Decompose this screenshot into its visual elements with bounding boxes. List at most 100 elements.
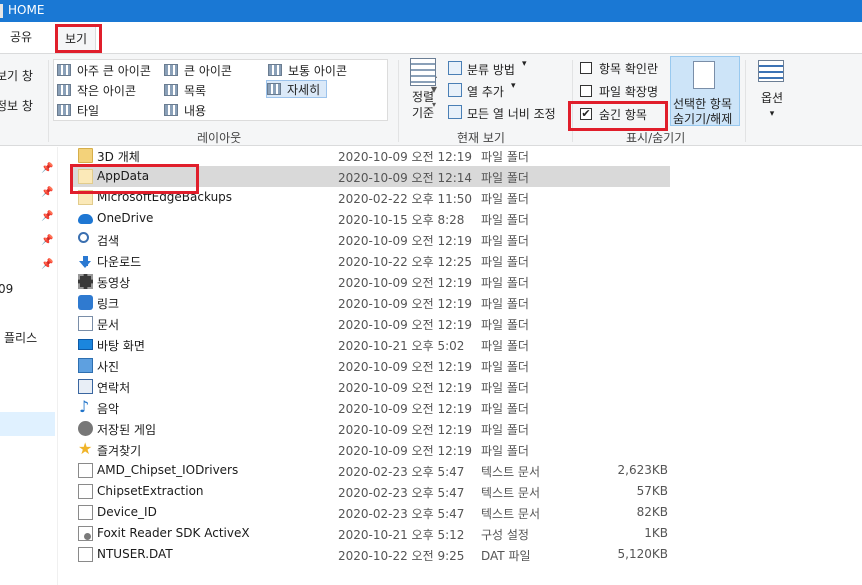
file-row[interactable]: 검색 2020-10-09 오전 12:19 파일 폴더 <box>72 229 670 250</box>
pin-icon: 📌 <box>41 259 54 270</box>
file-date-modified: 2020-02-23 오후 5:47 <box>338 507 465 521</box>
file-row[interactable]: 즐겨찾기 2020-10-09 오전 12:19 파일 폴더 <box>72 439 670 460</box>
medium-icons-icon <box>268 64 282 76</box>
file-name: 검색 <box>97 234 120 248</box>
item-checkboxes-checkbox[interactable] <box>580 62 592 74</box>
file-type: 파일 폴더 <box>481 213 529 227</box>
file-row[interactable]: 바탕 화면 2020-10-21 오후 5:02 파일 폴더 <box>72 334 670 355</box>
file-name: Foxit Reader SDK ActiveX <box>97 526 250 540</box>
file-date-modified: 2020-10-09 오전 12:14 <box>338 171 473 185</box>
preview-pane-button[interactable]: 보기 창 <box>0 67 33 84</box>
extra-large-icons-icon <box>57 64 71 76</box>
add-columns-button[interactable]: 열 추가 <box>467 83 504 100</box>
file-date-modified: 2020-02-23 오후 5:47 <box>338 465 465 479</box>
layout-list[interactable]: 목록 <box>164 81 206 99</box>
file-row[interactable]: 링크 2020-10-09 오전 12:19 파일 폴더 <box>72 292 670 313</box>
file-row[interactable]: NTUSER.DAT 2020-10-22 오전 9:25 DAT 파일 5,120K… <box>72 544 670 565</box>
file-type: 구성 설정 <box>481 528 529 542</box>
file-row[interactable]: Device_ID 2020-02-23 오후 5:47 텍스트 문서 82KB <box>72 502 670 523</box>
layout-group-label: 레이아웃 <box>197 131 242 145</box>
file-row[interactable]: 3D 개체 2020-10-09 오전 12:19 파일 폴더 <box>72 145 670 166</box>
layout-extra-large-icons[interactable]: 아주 큰 아이콘 <box>57 61 151 79</box>
layout-details[interactable]: 자세히 <box>266 80 328 98</box>
file-row[interactable]: 다운로드 2020-10-22 오후 12:25 파일 폴더 <box>72 250 670 271</box>
layout-content[interactable]: 내용 <box>164 101 206 119</box>
options-button[interactable]: 옵션 ▾ <box>752 60 792 122</box>
file-row[interactable]: 저장된 게임 2020-10-09 오전 12:19 파일 폴더 <box>72 418 670 439</box>
file-date-modified: 2020-10-09 오전 12:19 <box>338 297 473 311</box>
group-by-button[interactable]: 분류 방법 <box>467 61 515 78</box>
text-file-icon <box>78 463 93 478</box>
content-icon <box>164 104 178 116</box>
fit-columns-button[interactable]: 모든 열 너비 조정 <box>467 105 556 122</box>
file-type: DAT 파일 <box>481 549 531 563</box>
video-icon <box>78 274 93 289</box>
tab-share[interactable]: 공유 <box>10 28 32 45</box>
file-type: 파일 폴더 <box>481 234 529 248</box>
nav-selected-item[interactable] <box>0 412 55 436</box>
file-row[interactable]: 문서 2020-10-09 오전 12:19 파일 폴더 <box>72 313 670 334</box>
file-row[interactable]: ChipsetExtraction 2020-02-23 오후 5:47 텍스트 문… <box>72 481 670 502</box>
item-checkboxes-label: 항목 확인란 <box>599 62 659 76</box>
layout-medium-icons[interactable]: 보통 아이콘 <box>268 61 347 79</box>
file-name: 저장된 게임 <box>97 423 157 437</box>
search-icon <box>78 232 89 243</box>
file-row[interactable]: AMD_Chipset_IODrivers 2020-02-23 오후 5:47 텍… <box>72 460 670 481</box>
file-row[interactable]: AppData 2020-10-09 오전 12:14 파일 폴더 <box>72 166 670 187</box>
file-row[interactable]: 사진 2020-10-09 오전 12:19 파일 폴더 <box>72 355 670 376</box>
file-extensions-checkbox[interactable] <box>580 85 592 97</box>
hide-selected-icon <box>693 61 715 89</box>
tab-view[interactable]: 보기 <box>56 25 97 53</box>
file-size: 57KB <box>636 484 668 498</box>
details-icon <box>267 83 281 95</box>
file-name: Device_ID <box>97 505 157 519</box>
pin-icon: 📌 <box>41 187 54 198</box>
file-size: 5,120KB <box>617 547 668 561</box>
layout-small-icons[interactable]: 작은 아이콘 <box>57 81 136 99</box>
layout-tiles[interactable]: 타일 <box>57 101 99 119</box>
ribbon-view: 보기 창 정보 창 아주 큰 아이콘 큰 아이콘 보통 아이콘 작은 아이콘 목… <box>0 53 862 146</box>
file-date-modified: 2020-10-21 오후 5:02 <box>338 339 465 353</box>
file-name: 바탕 화면 <box>97 339 145 353</box>
file-row[interactable]: Foxit Reader SDK ActiveX 2020-10-21 오후 5:… <box>72 523 670 544</box>
file-row[interactable]: 음악 2020-10-09 오전 12:19 파일 폴더 <box>72 397 670 418</box>
hidden-items-checkbox[interactable]: ✔ <box>580 108 592 120</box>
nav-item-partial[interactable]: 플리스 <box>4 329 37 346</box>
details-pane-button[interactable]: 정보 창 <box>0 97 33 114</box>
nav-item-partial[interactable]: 09 <box>0 282 13 296</box>
text-file-icon <box>78 505 93 520</box>
separator <box>572 60 573 142</box>
file-name: AppData <box>97 169 150 183</box>
file-name: 동영상 <box>97 276 131 290</box>
file-row[interactable]: MicrosoftEdgeBackups 2020-02-22 오후 11:50 파… <box>72 187 670 208</box>
sort-by-button[interactable]: 정렬 기준 <box>404 58 442 121</box>
file-name: AMD_Chipset_IODrivers <box>97 463 239 477</box>
hide-selected-items-button[interactable]: 선택한 항목 숨기기/해제 <box>670 56 740 126</box>
file-row[interactable]: 연락처 2020-10-09 오전 12:19 파일 폴더 <box>72 376 670 397</box>
pin-icon: 📌 <box>41 235 54 246</box>
file-date-modified: 2020-10-09 오전 12:19 <box>338 150 473 164</box>
file-name: 사진 <box>97 360 120 374</box>
options-icon <box>758 60 784 82</box>
file-date-modified: 2020-10-09 오전 12:19 <box>338 276 473 290</box>
fit-columns-icon <box>448 105 462 119</box>
list-icon <box>164 84 178 96</box>
file-name: ChipsetExtraction <box>97 484 204 498</box>
add-columns-dropdown-icon[interactable]: ▾ <box>511 81 516 91</box>
file-date-modified: 2020-10-22 오전 9:25 <box>338 549 465 563</box>
title-bar-edge <box>0 4 3 18</box>
layout-large-icons[interactable]: 큰 아이콘 <box>164 61 232 79</box>
file-type: 텍스트 문서 <box>481 486 541 500</box>
file-name: 즐겨찾기 <box>97 444 142 458</box>
group-by-dropdown-icon[interactable]: ▾ <box>522 59 527 69</box>
file-name: 다운로드 <box>97 255 142 269</box>
folder-hidden-icon <box>78 169 93 184</box>
file-date-modified: 2020-10-09 오전 12:19 <box>338 402 473 416</box>
file-date-modified: 2020-10-09 오전 12:19 <box>338 444 473 458</box>
file-type: 파일 폴더 <box>481 444 529 458</box>
file-row[interactable]: 동영상 2020-10-09 오전 12:19 파일 폴더 <box>72 271 670 292</box>
download-icon <box>78 253 93 268</box>
navigation-pane[interactable]: 📌 📌 📌 📌 📌 09 플리스 <box>0 147 58 585</box>
file-row[interactable]: OneDrive 2020-10-15 오후 8:28 파일 폴더 <box>72 208 670 229</box>
file-name: NTUSER.DAT <box>97 547 173 561</box>
